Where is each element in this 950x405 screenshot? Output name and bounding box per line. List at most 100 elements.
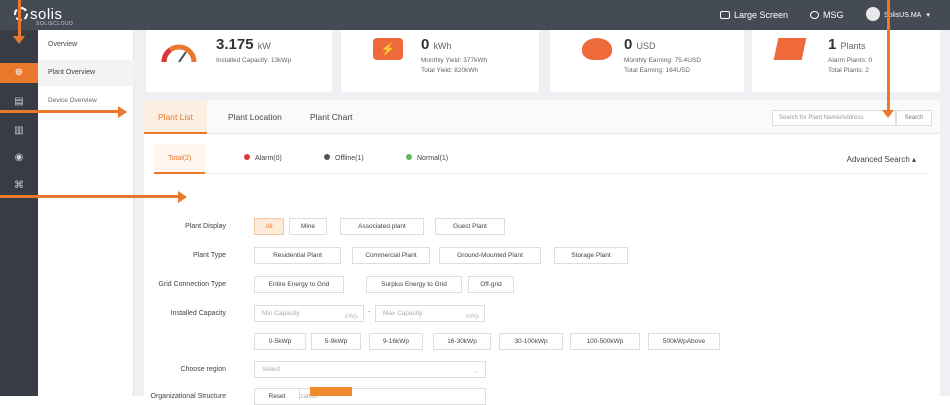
arrowhead-right-icon <box>178 191 187 203</box>
filter-guest-plant[interactable]: Guest Plant <box>435 218 505 235</box>
chart-icon[interactable]: ▥ <box>0 121 38 141</box>
monitor-icon <box>720 11 730 19</box>
region-placeholder: Select <box>262 366 281 373</box>
tab-plant-location[interactable]: Plant Location <box>214 100 296 134</box>
installed-capacity: Installed Capacity: 13kWp <box>216 57 292 64</box>
filter-residential-plant[interactable]: Residential Plant <box>254 247 341 264</box>
tab-plant-chart[interactable]: Plant Chart <box>296 100 367 134</box>
filter-associated-plant[interactable]: Associated plant <box>340 218 424 235</box>
plant-type-label: Plant Type <box>193 252 226 259</box>
energy-value: 0 kWh <box>421 36 452 53</box>
annotation-arrow-filters <box>0 195 180 198</box>
search-input[interactable]: Search for Plant Name/Address <box>772 110 896 126</box>
range-5-9[interactable]: 5-9kWp <box>311 333 361 350</box>
plants-card: 1 Plants Alarm Plants: 0 Total Plants: 2 <box>752 30 940 92</box>
filter-off-grid[interactable]: Off-grid <box>468 276 514 293</box>
large-screen-label: Large Screen <box>734 10 789 20</box>
alarm-label: Alarm(0) <box>255 155 282 162</box>
status-alarm[interactable]: Alarm(0) <box>244 144 282 174</box>
alarm-dot-icon <box>244 154 250 160</box>
filter-commercial-plant[interactable]: Commercial Plant <box>352 247 430 264</box>
main-content: 3.175 kW Installed Capacity: 13kWp ⚡ 0 k… <box>134 30 950 405</box>
solis-logo[interactable]: solis SOLISCLOUD <box>14 6 73 27</box>
plant-display-label: Plant Display <box>185 223 226 230</box>
status-total[interactable]: Total(2) <box>154 144 206 174</box>
status-normal[interactable]: Normal(1) <box>406 144 448 174</box>
total-yield: Total Yield: 820kWh <box>421 67 479 74</box>
range-dash: - <box>368 309 371 316</box>
total-earning: Total Earning: 164USD <box>624 67 691 74</box>
plants-value: 1 Plants <box>828 36 866 53</box>
icon-sidebar: ⊕ ▤ ▥ ◉ ⌘ <box>0 30 38 396</box>
menu-item-overview[interactable]: Overview <box>38 32 134 58</box>
max-capacity-unit: kWp <box>466 313 479 320</box>
database-icon[interactable]: ▤ <box>0 92 38 112</box>
alarm-plants: Alarm Plants: 0 <box>828 57 873 64</box>
gauge-icon <box>161 44 197 63</box>
sub-menu: Overview Plant Overview Device Overview <box>38 30 134 396</box>
logo-ring-icon <box>14 7 28 21</box>
offline-dot-icon <box>324 154 330 160</box>
filter-ground-mounted-plant[interactable]: Ground-Mounted Plant <box>439 247 541 264</box>
earning-card: 0 USD Monthly Earning: 75.4USD Total Ear… <box>550 30 744 92</box>
message-icon <box>810 11 819 19</box>
min-capacity-unit: kWp <box>345 313 358 320</box>
max-capacity-input[interactable]: Max Capacity kWp <box>375 305 485 322</box>
range-9-16[interactable]: 9-16kWp <box>369 333 423 350</box>
filter-surplus-energy[interactable]: Surplus Energy to Grid <box>366 276 462 293</box>
status-bar: Total(2) Alarm(0) Offline(1) Normal(1) A… <box>154 144 930 174</box>
capacity-card: 3.175 kW Installed Capacity: 13kWp <box>146 30 332 92</box>
advanced-search-toggle[interactable]: Advanced Search ▴ <box>847 155 916 164</box>
filter-entire-energy[interactable]: Entire Energy to Grid <box>254 276 344 293</box>
grid-icon[interactable]: ⌘ <box>0 176 38 196</box>
menu-item-plant-overview[interactable]: Plant Overview <box>38 60 134 86</box>
range-16-30[interactable]: 16-30kWp <box>433 333 491 350</box>
max-capacity-placeholder: Max Capacity <box>383 310 423 317</box>
annotation-arrow-sidebar <box>18 0 21 40</box>
earning-value: 0 USD <box>624 36 656 53</box>
confirm-button[interactable] <box>310 387 352 396</box>
annotation-arrow-tabs <box>0 110 120 113</box>
caret-down-icon: ▾ <box>926 12 930 19</box>
choose-region-label: Choose region <box>180 366 226 373</box>
normal-dot-icon <box>406 154 412 160</box>
large-screen-link[interactable]: Large Screen <box>720 10 788 20</box>
eye-icon[interactable]: ◉ <box>0 148 38 168</box>
range-0-5[interactable]: 0-5kWp <box>254 333 306 350</box>
range-30-100[interactable]: 30-100kWp <box>499 333 563 350</box>
min-capacity-input[interactable]: Min Capacity kWp <box>254 305 364 322</box>
range-500-above[interactable]: 500kWpAbove <box>648 333 720 350</box>
offline-label: Offline(1) <box>335 155 364 162</box>
tab-bar: Plant List Plant Location Plant Chart Se… <box>144 100 940 134</box>
arrowhead-right-icon <box>118 106 127 118</box>
tab-plant-list[interactable]: Plant List <box>144 100 207 134</box>
status-offline[interactable]: Offline(1) <box>324 144 364 174</box>
region-select[interactable]: Select ⌄ <box>254 361 486 378</box>
filter-mine[interactable]: Mine <box>289 218 327 235</box>
normal-label: Normal(1) <box>417 155 449 162</box>
annotation-arrow-advanced <box>887 0 890 112</box>
filter-storage-plant[interactable]: Storage Plant <box>554 247 628 264</box>
arrowhead-down-icon <box>882 110 894 118</box>
grid-connection-label: Grid Connection Type <box>158 281 226 288</box>
solar-panel-icon <box>773 38 807 60</box>
plant-list-panel: Plant List Plant Location Plant Chart Se… <box>144 100 940 405</box>
battery-icon: ⚡ <box>373 38 403 60</box>
msg-label: MSG <box>823 10 844 20</box>
globe-icon[interactable]: ⊕ <box>0 63 38 83</box>
user-menu[interactable]: SolisUS.MA ▾ <box>866 7 930 21</box>
logo-subtext: SOLISCLOUD <box>36 21 74 27</box>
msg-link[interactable]: MSG <box>810 10 844 20</box>
total-plants: Total Plants: 2 <box>828 67 869 74</box>
search-button[interactable]: Search <box>896 110 932 126</box>
avatar <box>866 7 880 21</box>
installed-capacity-label: Installed Capacity <box>170 310 226 317</box>
monthly-earning: Monthly Earning: 75.4USD <box>624 57 701 64</box>
capacity-value: 3.175 kW <box>216 36 271 53</box>
energy-card: ⚡ 0 kWh Monthly Yield: 377kWh Total Yiel… <box>341 30 539 92</box>
chevron-down-icon: ⌄ <box>473 368 479 375</box>
reset-button[interactable]: Reset <box>254 388 300 400</box>
range-100-500[interactable]: 100-500kWp <box>570 333 640 350</box>
piggy-bank-icon <box>582 38 612 60</box>
filter-all[interactable]: All <box>254 218 284 235</box>
